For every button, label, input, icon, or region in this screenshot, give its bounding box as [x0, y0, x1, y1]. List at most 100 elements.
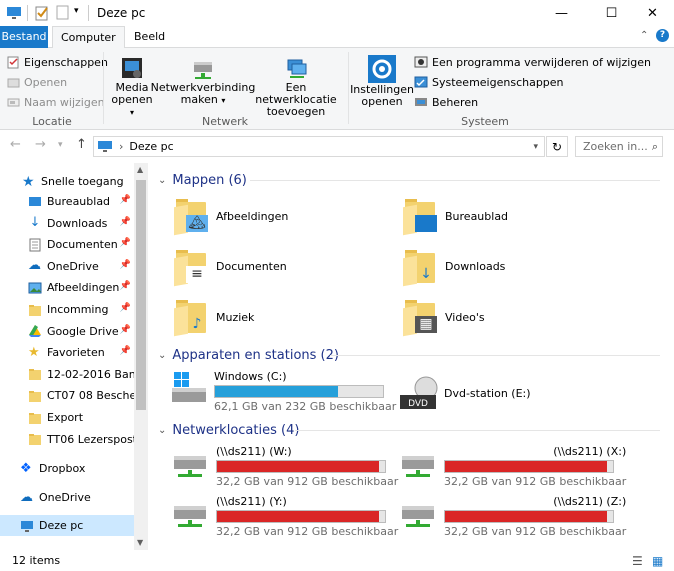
network-drive[interactable]: (\\ds211) (W:) 32,2 GB van 912 GB beschik… — [170, 445, 398, 488]
folder-label: Downloads — [445, 260, 506, 273]
section-divider — [250, 180, 660, 181]
windows-drive-icon — [172, 372, 206, 402]
forward-arrow-icon[interactable]: → — [35, 137, 46, 152]
network-drive[interactable]: (\\ds211) (Z:) 32,2 GB van 912 GB beschik… — [398, 495, 626, 538]
recent-locations-chevron-icon[interactable]: ▾ — [58, 140, 63, 150]
pin-icon: 📌 — [119, 346, 131, 357]
system-properties-button[interactable]: Systeemeigenschappen — [414, 73, 564, 91]
tab-computer[interactable]: Computer — [52, 26, 125, 49]
help-icon[interactable]: ? — [656, 29, 669, 42]
add-network-location-button[interactable]: Een netwerklocatie toevoegen — [250, 54, 342, 118]
sidebar-item-afbeeldingen[interactable]: Afbeeldingen 📌 — [0, 277, 135, 298]
tab-view[interactable]: Beeld — [126, 26, 173, 48]
nav-this-pc[interactable]: Deze pc — [0, 515, 135, 536]
network-drive-label: (\\ds211) (Y:) — [216, 495, 287, 508]
folder-downloads[interactable]: ↓ Downloads — [403, 249, 506, 286]
address-history-chevron-icon[interactable]: ▾ — [533, 142, 538, 152]
folder-muziek[interactable]: ♪ Muziek — [174, 299, 254, 337]
group-label-systeem: Systeem — [461, 115, 509, 128]
folder-icon — [29, 304, 41, 316]
minimize-button[interactable]: — — [539, 0, 584, 26]
uninstall-icon — [414, 56, 428, 68]
sidebar-item-onedrive[interactable]: ☁ OneDrive 📌 — [0, 256, 135, 277]
sidebar-item-google-drive[interactable]: Google Drive 📌 — [0, 321, 135, 342]
section-header-devices[interactable]: ⌄ Apparaten en stations (2) — [158, 346, 339, 364]
system-properties-label: Systeemeigenschappen — [432, 75, 564, 89]
breadcrumb-separator-icon[interactable]: › — [119, 140, 123, 153]
sidebar-item-incomming[interactable]: Incomming 📌 — [0, 299, 135, 320]
nav-quick-access[interactable]: ★ Snelle toegang — [0, 171, 135, 192]
sidebar-item-documenten[interactable]: Documenten 📌 — [0, 234, 135, 255]
nav-onedrive[interactable]: ☁ OneDrive — [0, 487, 135, 508]
download-overlay-icon: ↓ — [420, 265, 432, 282]
sidebar-item-tt06-lezerspost-8[interactable]: TT06 Lezerspost (8 — [0, 429, 135, 450]
sidebar-item-favorieten[interactable]: ★ Favorieten 📌 — [0, 342, 135, 363]
address-path[interactable]: Deze pc — [129, 140, 173, 153]
quick-access-toolbar-dropdown-icon[interactable]: ▾ — [74, 6, 79, 16]
uninstall-program-button[interactable]: Een programma verwijderen of wijzigen — [414, 53, 651, 71]
network-drive-icon — [194, 62, 212, 79]
sidebar-item-ct07-08-beschermi[interactable]: CT07 08 Beschermi — [0, 385, 135, 406]
this-pc-address-icon — [98, 141, 112, 152]
network-drive-icon — [174, 456, 206, 477]
section-header-network[interactable]: ⌄ Netwerklocaties (4) — [158, 421, 299, 439]
properties-quick-icon[interactable] — [34, 5, 50, 21]
sidebar-item-downloads[interactable]: ↓ Downloads 📌 — [0, 213, 135, 234]
sidebar-item-bureaublad[interactable]: Bureaublad 📌 — [0, 191, 135, 212]
back-arrow-icon[interactable]: ← — [10, 137, 21, 152]
folder-icon: ♪ — [174, 299, 208, 337]
manage-label: Beheren — [432, 95, 479, 109]
sidebar-item-export[interactable]: Export — [0, 407, 135, 428]
scroll-up-icon[interactable]: ▲ — [137, 165, 143, 174]
tiles-view-icon[interactable]: ▦ — [652, 554, 663, 568]
sidebar-item-12-02-2016-banner[interactable]: 12-02-2016 Banner — [0, 364, 135, 385]
drive-windows-label: Windows (C:) — [214, 370, 287, 383]
sidebar-item-label: Documenten — [47, 238, 118, 252]
folder-afbeeldingen[interactable]: 🏔 Afbeeldingen — [174, 198, 289, 236]
map-network-drive-button[interactable]: Netwerkverbinding maken ▾ — [151, 54, 255, 107]
maximize-button[interactable]: ☐ — [589, 0, 634, 26]
download-icon: ↓ — [29, 215, 41, 231]
properties-button[interactable]: Eigenschappen — [7, 53, 108, 71]
new-folder-quick-icon[interactable] — [56, 5, 70, 21]
desktop-icon — [29, 196, 41, 206]
nav-dropbox[interactable]: ❖ Dropbox — [0, 458, 135, 479]
folder-bureaublad[interactable]: Bureaublad — [403, 198, 508, 236]
open-settings-button[interactable]: Instellingen openen — [350, 54, 414, 108]
tab-file[interactable]: Bestand — [0, 26, 48, 48]
network-location-icon — [287, 59, 307, 78]
onedrive-cloud-icon: ☁ — [20, 489, 33, 505]
nav-scrollbar-thumb[interactable] — [136, 180, 146, 410]
network-drive-usage-fill — [445, 511, 608, 522]
folder-icon — [29, 412, 41, 424]
network-drive[interactable]: (\\ds211) (Y:) 32,2 GB van 912 GB beschik… — [170, 495, 398, 538]
network-drive-usage-bar — [444, 510, 614, 523]
section-header-folders[interactable]: ⌄ Mappen (6) — [158, 171, 247, 189]
address-field[interactable]: › Deze pc ▾ — [93, 136, 545, 157]
folder-label: Afbeeldingen — [216, 209, 289, 223]
scroll-down-icon[interactable]: ▼ — [137, 538, 143, 547]
manage-button[interactable]: Beheren — [414, 93, 478, 111]
properties-icon — [7, 56, 19, 68]
folder-label: Video's — [445, 310, 485, 324]
details-view-icon[interactable]: ☰ — [632, 554, 643, 568]
drive-windows-c[interactable]: Windows (C:) 62,1 GB van 232 GB beschikb… — [170, 370, 396, 413]
open-button[interactable]: Openen — [7, 73, 67, 91]
rename-button[interactable]: Naam wijzigen — [7, 93, 105, 111]
properties-label: Eigenschappen — [24, 55, 108, 69]
close-button[interactable]: ✕ — [630, 0, 674, 26]
manage-icon — [415, 98, 427, 106]
folder-video-s[interactable]: ▦ Video's — [403, 299, 485, 337]
ribbon-group-separator — [348, 52, 349, 124]
up-arrow-icon[interactable]: ↑ — [76, 137, 87, 152]
section-title-devices: Apparaten en stations (2) — [172, 347, 339, 363]
folder-documenten[interactable]: ≡ Documenten — [174, 249, 287, 286]
search-input[interactable]: Zoeken in... ⌕ — [575, 136, 663, 157]
star-icon: ★ — [28, 344, 40, 360]
drive-dvd-e[interactable]: DVD Dvd-station (E:) — [398, 375, 531, 411]
network-drive[interactable]: (\\ds211) (X:) 32,2 GB van 912 GB beschik… — [398, 445, 626, 488]
refresh-icon[interactable]: ↻ — [546, 136, 568, 157]
media-open-button[interactable]: Media openen ▾ — [108, 54, 156, 119]
collapse-ribbon-icon[interactable]: ⌃ — [640, 30, 648, 41]
media-icon — [122, 58, 142, 78]
